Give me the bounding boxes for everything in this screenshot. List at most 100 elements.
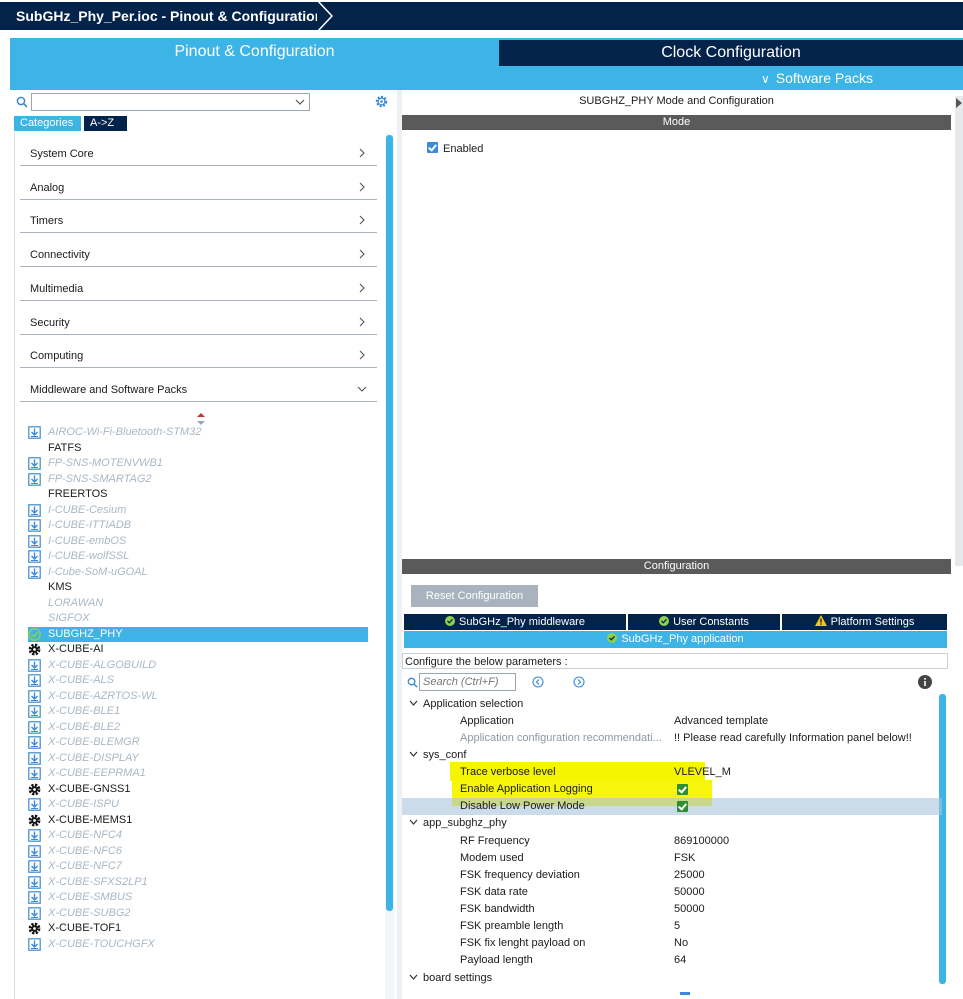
chevron-down-icon: ∨ xyxy=(760,72,770,86)
chevron-right-icon[interactable] xyxy=(359,283,367,293)
chevron-right-icon[interactable] xyxy=(359,317,367,327)
param-row-disable-low-power[interactable]: Disable Low Power Mode xyxy=(402,798,942,815)
group-board-settings[interactable]: board settings xyxy=(402,970,942,987)
software-packs-menu[interactable]: ∨ Software Packs xyxy=(761,68,873,88)
middleware-item[interactable]: SUBGHZ_PHY xyxy=(28,626,368,642)
tab-subghz-phy-middleware[interactable]: SubGHz_Phy middleware xyxy=(404,614,626,630)
category-item[interactable]: Timers xyxy=(20,204,377,233)
scroll-up-arrow-icon[interactable] xyxy=(956,98,962,108)
chevron-down-icon[interactable] xyxy=(294,96,306,108)
tab-categories[interactable]: Categories xyxy=(14,116,81,131)
tab-user-constants[interactable]: User Constants xyxy=(628,614,780,630)
param-value[interactable]: FSK xyxy=(674,850,695,867)
enabled-checkbox-row[interactable]: Enabled xyxy=(427,142,483,156)
param-row-fsk-bandwidth[interactable]: FSK bandwidth 50000 xyxy=(402,901,942,918)
tab-a-to-z[interactable]: A->Z xyxy=(84,116,127,131)
param-row-fsk-fix-length-payload[interactable]: FSK fix lenght payload on No xyxy=(402,935,942,952)
param-value[interactable]: 50000 xyxy=(674,884,705,901)
category-item[interactable]: Analog xyxy=(20,171,377,200)
param-value[interactable]: 869100000 xyxy=(674,833,729,850)
middleware-label: X-CUBE-ISPU xyxy=(48,798,119,810)
param-value[interactable]: 64 xyxy=(674,952,686,969)
middleware-label: FATFS xyxy=(48,441,82,454)
middleware-label: X-CUBE-DISPLAY xyxy=(48,751,139,764)
param-row-modem-used[interactable]: Modem used FSK xyxy=(402,850,942,867)
tab-pinout-configuration[interactable]: Pinout & Configuration xyxy=(10,38,499,66)
group-application-selection[interactable]: Application selection xyxy=(402,696,942,713)
enable-logging-checkbox[interactable] xyxy=(677,784,688,795)
category-label: Timers xyxy=(30,215,64,227)
param-row-trace-verbose[interactable]: Trace verbose level VLEVEL_M xyxy=(402,764,942,781)
previous-match-icon[interactable] xyxy=(532,676,544,688)
chevron-down-icon[interactable] xyxy=(409,974,418,981)
reset-configuration-button[interactable]: Reset Configuration xyxy=(411,585,538,607)
download-icon xyxy=(28,720,41,734)
tab-platform-settings[interactable]: Platform Settings xyxy=(782,614,947,630)
middleware-label: X-CUBE-BLE2 xyxy=(48,720,121,733)
configuration-section-header: Configuration xyxy=(402,559,951,574)
param-row-enable-logging[interactable]: Enable Application Logging xyxy=(402,781,942,798)
category-item[interactable]: Multimedia xyxy=(20,272,377,301)
middleware-label: FP-SNS-MOTENVWB1 xyxy=(48,457,163,469)
category-label: Middleware and Software Packs xyxy=(30,384,188,396)
breadcrumb[interactable]: SubGHz_Phy_Per.ioc - Pinout & Configurat… xyxy=(0,2,342,30)
param-value[interactable]: No xyxy=(674,935,688,952)
param-row-application[interactable]: Application Advanced template xyxy=(402,713,942,730)
group-app-subghz-phy[interactable]: app_subghz_phy xyxy=(402,815,942,832)
param-row-rf-frequency[interactable]: RF Frequency 869100000 xyxy=(402,833,942,850)
param-value[interactable]: 50000 xyxy=(674,901,705,918)
download-icon xyxy=(28,534,41,548)
download-icon xyxy=(28,798,41,811)
download-icon xyxy=(28,705,41,718)
chevron-down-icon[interactable] xyxy=(409,700,418,707)
param-row-fsk-frequency-deviation[interactable]: FSK frequency deviation 25000 xyxy=(402,867,942,884)
chevron-down-icon[interactable] xyxy=(357,386,367,394)
middleware-label: X-CUBE-BLEMGR xyxy=(48,736,140,748)
tab-clock-configuration[interactable]: Clock Configuration xyxy=(499,40,963,66)
middleware-label: I-CUBE-wolfSSL xyxy=(48,550,130,562)
category-item[interactable]: Computing xyxy=(20,339,377,368)
download-icon xyxy=(28,550,41,563)
gear-icon[interactable] xyxy=(374,94,389,109)
param-row-app-config-recommendation[interactable]: Application configuration recommendati..… xyxy=(402,730,942,747)
chevron-right-icon[interactable] xyxy=(359,350,367,360)
param-name: Application xyxy=(460,715,514,727)
tab-subghz-phy-application[interactable]: SubGHz_Phy application xyxy=(404,631,947,648)
download-icon xyxy=(28,503,41,517)
category-item[interactable]: System Core xyxy=(20,137,377,166)
chevron-right-icon[interactable] xyxy=(359,148,367,158)
scrollbar-thumb[interactable] xyxy=(386,135,393,911)
search-icon xyxy=(407,677,418,688)
chevron-right-icon[interactable] xyxy=(359,182,367,192)
category-item[interactable]: Security xyxy=(20,306,377,335)
category-item[interactable]: Connectivity xyxy=(20,238,377,267)
param-value[interactable]: 25000 xyxy=(674,867,705,884)
group-label: app_subghz_phy xyxy=(423,817,507,829)
param-row-fsk-preamble-length[interactable]: FSK preamble length 5 xyxy=(402,918,942,935)
info-icon[interactable] xyxy=(918,675,932,689)
param-value[interactable]: VLEVEL_M xyxy=(674,764,731,781)
group-sys-conf[interactable]: sys_conf xyxy=(402,747,942,764)
sort-icon[interactable] xyxy=(196,413,206,425)
middleware-label: I-CUBE-ITTIADB xyxy=(48,519,132,531)
chevron-down-icon[interactable] xyxy=(409,819,418,826)
param-value[interactable]: Advanced template xyxy=(674,713,768,730)
next-match-icon[interactable] xyxy=(573,676,585,688)
middleware-label: LORAWAN xyxy=(48,596,104,609)
chevron-right-icon[interactable] xyxy=(359,249,367,259)
param-row-fsk-data-rate[interactable]: FSK data rate 50000 xyxy=(402,884,942,901)
scrollbar-track[interactable] xyxy=(955,96,963,566)
category-label: System Core xyxy=(30,148,94,160)
middleware-label: SIGFOX xyxy=(48,612,90,624)
parameter-search-input[interactable] xyxy=(419,673,516,691)
chevron-right-icon[interactable] xyxy=(359,215,367,225)
param-value[interactable]: 5 xyxy=(674,918,680,935)
chevron-down-icon[interactable] xyxy=(409,751,418,758)
category-search-input[interactable] xyxy=(31,93,310,111)
category-item[interactable]: Middleware and Software Packs xyxy=(20,373,377,402)
enabled-checkbox[interactable] xyxy=(427,142,438,153)
disable-low-power-checkbox[interactable] xyxy=(677,801,688,812)
middleware-label: X-CUBE-BLE1 xyxy=(48,705,121,717)
check-circle-icon xyxy=(445,616,456,626)
param-row-payload-length[interactable]: Payload length 64 xyxy=(402,952,942,969)
